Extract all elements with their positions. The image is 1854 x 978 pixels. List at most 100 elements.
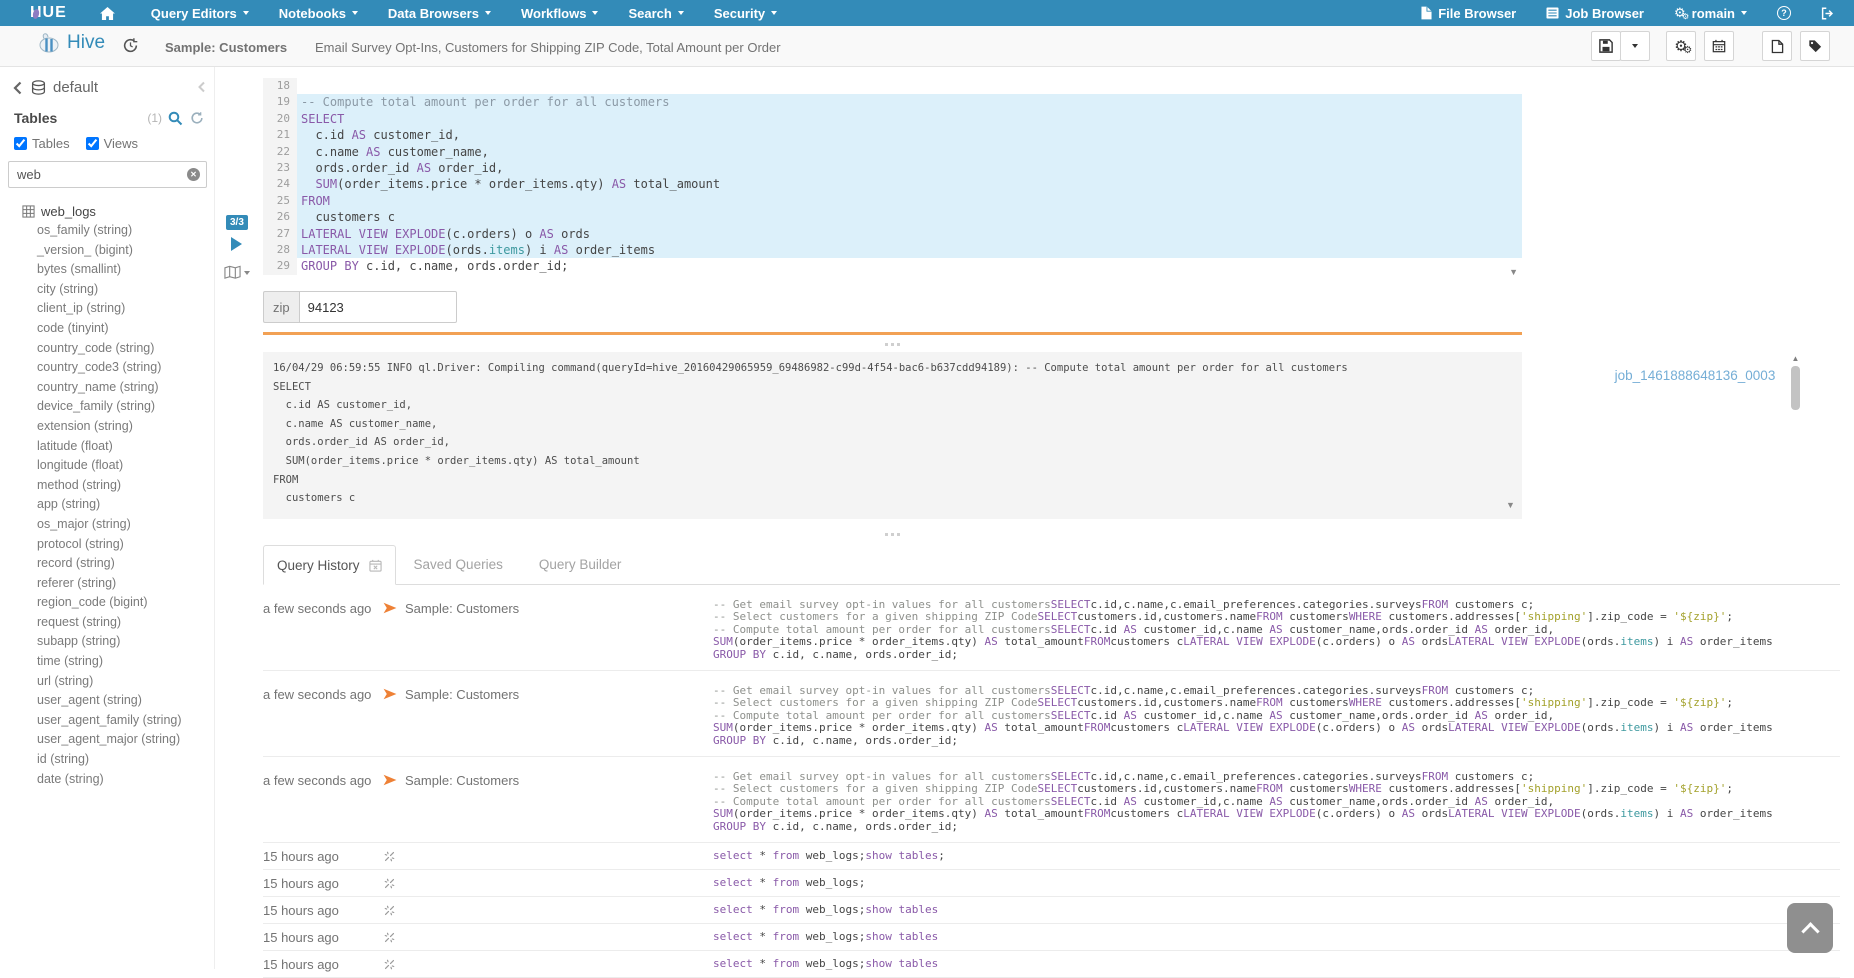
- column-item[interactable]: region_code (bigint): [0, 593, 214, 613]
- tab-query-history[interactable]: Query History: [263, 545, 396, 585]
- variable-value-input[interactable]: [299, 291, 457, 323]
- scrollbar-thumb[interactable]: [1791, 366, 1800, 410]
- editor-line[interactable]: 25FROM: [263, 193, 1522, 209]
- tab-query-builder[interactable]: Query Builder: [521, 545, 640, 584]
- history-row[interactable]: a few seconds agoSample: Customers-- Get…: [263, 585, 1840, 671]
- hue-logo[interactable]: HUE: [30, 4, 67, 22]
- file-browser-button[interactable]: File Browser: [1406, 0, 1531, 26]
- filter-views-checkbox[interactable]: Views: [86, 136, 138, 151]
- column-item[interactable]: subapp (string): [0, 632, 214, 652]
- tags-button[interactable]: [1800, 31, 1830, 61]
- user-menu[interactable]: ⚙⚙ romain: [1659, 0, 1762, 26]
- column-item[interactable]: client_ip (string): [0, 299, 214, 319]
- history-query-name[interactable]: Sample: Customers: [405, 685, 713, 747]
- column-item[interactable]: referer (string): [0, 574, 214, 594]
- history-row[interactable]: a few seconds agoSample: Customers-- Get…: [263, 671, 1840, 757]
- refresh-icon[interactable]: [190, 111, 204, 125]
- history-sql[interactable]: select * from web_logs;: [713, 877, 1840, 889]
- history-sql[interactable]: -- Get email survey opt-in values for al…: [713, 685, 1840, 747]
- editor-scroll-down-icon[interactable]: ▼: [1509, 267, 1518, 277]
- jobs-scrollbar[interactable]: ▲: [1790, 354, 1801, 442]
- editor-line[interactable]: 29GROUP BY c.id, c.name, ords.order_id;: [263, 258, 1522, 274]
- menu-search[interactable]: Search: [613, 0, 698, 26]
- history-sql[interactable]: select * from web_logs;show tables: [713, 904, 1840, 916]
- column-item[interactable]: country_code3 (string): [0, 358, 214, 378]
- column-item[interactable]: user_agent_family (string): [0, 711, 214, 731]
- history-sql[interactable]: select * from web_logs;show tables: [713, 958, 1840, 970]
- table-web-logs[interactable]: web_logs: [16, 204, 214, 219]
- column-item[interactable]: user_agent_major (string): [0, 730, 214, 750]
- column-item[interactable]: country_code (string): [0, 339, 214, 359]
- column-item[interactable]: longitude (float): [0, 456, 214, 476]
- table-search-input[interactable]: [8, 161, 207, 188]
- history-sql[interactable]: -- Get email survey opt-in values for al…: [713, 771, 1840, 833]
- history-sql[interactable]: -- Get email survey opt-in values for al…: [713, 599, 1840, 661]
- column-item[interactable]: device_family (string): [0, 397, 214, 417]
- save-dropdown-button[interactable]: [1620, 31, 1650, 61]
- home-button[interactable]: [85, 0, 136, 26]
- log-scroll-down-icon[interactable]: ▼: [1506, 500, 1515, 510]
- column-item[interactable]: os_major (string): [0, 515, 214, 535]
- editor-line[interactable]: 23 ords.order_id AS order_id,: [263, 160, 1522, 176]
- history-row[interactable]: a few seconds agoSample: Customers-- Get…: [263, 757, 1840, 843]
- logout-button[interactable]: [1806, 0, 1854, 26]
- history-row[interactable]: 15 hours agoselect * from web_logs;show …: [263, 843, 1840, 870]
- editor-line[interactable]: 21 c.id AS customer_id,: [263, 127, 1522, 143]
- column-item[interactable]: request (string): [0, 613, 214, 633]
- editor-line[interactable]: 24 SUM(order_items.price * order_items.q…: [263, 176, 1522, 192]
- editor-line[interactable]: 20SELECT: [263, 111, 1522, 127]
- settings-button[interactable]: ⚙⚙: [1666, 31, 1696, 61]
- column-item[interactable]: country_name (string): [0, 378, 214, 398]
- tab-saved-queries[interactable]: Saved Queries: [396, 545, 521, 584]
- column-item[interactable]: date (string): [0, 770, 214, 790]
- column-item[interactable]: method (string): [0, 476, 214, 496]
- history-row[interactable]: 15 hours agoselect * from web_logs;show …: [263, 951, 1840, 978]
- save-button[interactable]: [1591, 31, 1621, 61]
- search-icon[interactable]: [168, 111, 183, 126]
- editor-line[interactable]: 26 customers c: [263, 209, 1522, 225]
- schedule-button[interactable]: [1704, 31, 1734, 61]
- column-item[interactable]: os_family (string): [0, 221, 214, 241]
- history-query-name[interactable]: Sample: Customers: [405, 599, 713, 661]
- editor-line[interactable]: 28LATERAL VIEW EXPLODE(ords.items) i AS …: [263, 242, 1522, 258]
- history-sql[interactable]: select * from web_logs;show tables;: [713, 850, 1840, 862]
- tables-checkbox-input[interactable]: [14, 137, 27, 150]
- column-item[interactable]: code (tinyint): [0, 319, 214, 339]
- column-item[interactable]: extension (string): [0, 417, 214, 437]
- job-link[interactable]: job_1461888648136_0003: [1615, 368, 1776, 383]
- log-output[interactable]: 16/04/29 06:59:55 INFO ql.Driver: Compil…: [263, 352, 1522, 519]
- scroll-to-top-button[interactable]: [1787, 903, 1833, 953]
- clear-history-icon[interactable]: [369, 559, 382, 572]
- column-item[interactable]: _version_ (bigint): [0, 241, 214, 261]
- history-row[interactable]: 15 hours agoselect * from web_logs;: [263, 870, 1840, 897]
- help-button[interactable]: ?: [1762, 0, 1806, 26]
- history-row[interactable]: 15 hours agoselect * from web_logs;show …: [263, 924, 1840, 951]
- code-editor[interactable]: 1819-- Compute total amount per order fo…: [263, 78, 1522, 275]
- editor-line[interactable]: 27LATERAL VIEW EXPLODE(c.orders) o AS or…: [263, 226, 1522, 242]
- editor-line[interactable]: 19-- Compute total amount per order for …: [263, 94, 1522, 110]
- job-browser-button[interactable]: Job Browser: [1531, 0, 1659, 26]
- column-item[interactable]: user_agent (string): [0, 691, 214, 711]
- database-name[interactable]: default: [53, 79, 98, 96]
- execute-button[interactable]: [231, 237, 242, 251]
- resize-grip[interactable]: [263, 343, 1522, 346]
- column-item[interactable]: city (string): [0, 280, 214, 300]
- menu-security[interactable]: Security: [699, 0, 792, 26]
- history-query-name[interactable]: Sample: Customers: [405, 771, 713, 833]
- history-row[interactable]: 15 hours agoselect * from web_logs;show …: [263, 897, 1840, 924]
- clear-search-icon[interactable]: ✕: [187, 168, 200, 181]
- column-item[interactable]: url (string): [0, 672, 214, 692]
- hive-brand[interactable]: Hive: [36, 32, 105, 54]
- menu-query-editors[interactable]: Query Editors: [136, 0, 264, 26]
- collapse-panel-icon[interactable]: [197, 81, 206, 93]
- column-item[interactable]: latitude (float): [0, 437, 214, 457]
- scroll-up-icon[interactable]: ▲: [1790, 354, 1801, 364]
- back-chevron-icon[interactable]: [12, 81, 23, 95]
- menu-notebooks[interactable]: Notebooks: [264, 0, 373, 26]
- editor-line[interactable]: 22 c.name AS customer_name,: [263, 144, 1522, 160]
- navigator-button[interactable]: [224, 265, 250, 280]
- menu-data-browsers[interactable]: Data Browsers: [373, 0, 506, 26]
- resize-grip[interactable]: [263, 533, 1522, 536]
- editor-line[interactable]: 18: [263, 78, 1522, 94]
- new-query-button[interactable]: [1762, 31, 1792, 61]
